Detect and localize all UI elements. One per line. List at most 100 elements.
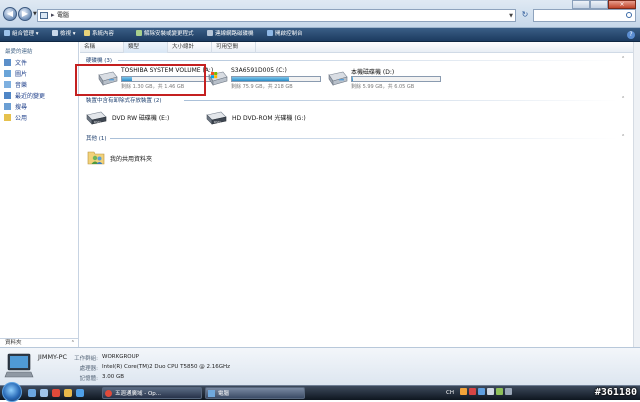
details-pane: JIMMY-PC 工作群組: WORKGROUP 處理器: Intel(R) C… — [0, 347, 640, 385]
toolbar-control-panel-button[interactable]: 開啟控制台 — [267, 28, 303, 42]
sidebar-item-public[interactable]: 公用 — [4, 114, 27, 124]
sidebar-item-documents[interactable]: 文件 — [4, 59, 27, 69]
group-removable-storage[interactable]: 裝置中含有卸除式存放裝置 (2) — [86, 96, 162, 104]
opera-icon[interactable] — [52, 389, 60, 397]
views-icon — [52, 30, 58, 36]
dvd-drive-icon: DVD — [206, 111, 227, 125]
tray-network-icon[interactable] — [477, 388, 485, 395]
svg-text:DVD: DVD — [214, 120, 221, 124]
tray-power-icon[interactable] — [495, 388, 503, 395]
drive-usage-fill — [352, 77, 353, 81]
music-icon — [4, 81, 11, 88]
search-icon[interactable] — [626, 12, 632, 18]
system-properties-icon — [84, 30, 90, 36]
detail-label: 處理器: — [79, 366, 98, 372]
watermark: #361180 — [594, 387, 637, 398]
language-indicator[interactable]: CH — [446, 390, 454, 396]
detail-value: WORKGROUP — [102, 354, 139, 360]
address-bar[interactable]: ▸ 電腦 ▼ — [37, 9, 516, 22]
collapse-group-icon[interactable]: ⌃ — [621, 134, 625, 140]
breadcrumb-computer[interactable]: 電腦 — [57, 10, 69, 22]
navigation-pane: 最愛的連結 文件 圖片 音樂 最近的變更 搜尋 公用 資料夾 ⌃ — [0, 42, 79, 347]
toolbar-map-drive-label: 連線網路磁碟機 — [215, 31, 254, 37]
hard-drive-icon — [328, 71, 348, 86]
column-free-space[interactable]: 可用空間 — [212, 42, 256, 53]
detail-label: 記憶體: — [79, 376, 98, 382]
drive-name: 本機磁碟機 (D:) — [351, 69, 395, 76]
drive-name: S3A6591D005 (C:) — [231, 67, 287, 74]
task-computer[interactable]: 電腦 — [205, 387, 305, 399]
minimize-button[interactable] — [572, 0, 590, 9]
vertical-scrollbar[interactable] — [633, 42, 640, 347]
tray-misc-icon[interactable] — [504, 388, 512, 395]
group-divider — [110, 138, 618, 139]
quick-launch-icon[interactable] — [64, 389, 72, 397]
svg-text:DVD: DVD — [94, 120, 101, 124]
group-divider — [118, 60, 618, 61]
shared-folder-item[interactable]: 我的共用資料夾 — [86, 147, 206, 167]
selection-highlight-box — [75, 64, 206, 96]
toolbar-uninstall-button[interactable]: 解除安裝或變更程式 — [136, 28, 194, 42]
toolbar-control-panel-label: 開啟控制台 — [275, 31, 303, 37]
sidebar-item-recent[interactable]: 最近的變更 — [4, 92, 45, 102]
collapse-group-icon[interactable]: ⌃ — [621, 56, 625, 62]
command-toolbar: 組合管理 ▾ 檢視 ▾ 系統內容 解除安裝或變更程式 連線網路磁碟機 開啟控制台… — [0, 28, 640, 42]
folders-label: 資料夾 — [5, 340, 22, 346]
computer-icon — [4, 353, 34, 378]
column-total-size[interactable]: 大小總計 — [168, 42, 212, 53]
folders-toggle[interactable]: 資料夾 ⌃ — [0, 338, 79, 347]
tray-app-icon[interactable] — [459, 388, 467, 395]
recent-changes-icon — [4, 92, 11, 99]
computer-icon — [208, 390, 215, 397]
refresh-button[interactable]: ↻ — [519, 9, 531, 22]
address-dropdown-icon[interactable]: ▼ — [509, 10, 513, 22]
shared-folder-icon — [87, 151, 105, 165]
detail-value: Intel(R) Core(TM)2 Duo CPU T5850 @ 2.16G… — [102, 364, 231, 370]
close-button[interactable]: × — [608, 0, 636, 9]
help-icon[interactable]: ? — [627, 31, 635, 39]
sidebar-item-label: 文件 — [15, 60, 28, 67]
switch-windows-icon[interactable] — [40, 389, 48, 397]
drive-usage-bar — [231, 76, 321, 82]
task-opera[interactable]: 五週通廣域 - Op... — [102, 387, 202, 399]
sidebar-item-searches[interactable]: 搜尋 — [4, 103, 27, 113]
toolbar-map-drive-button[interactable]: 連線網路磁碟機 — [207, 28, 254, 42]
back-button[interactable]: ◀ — [3, 7, 17, 21]
shared-folder-label: 我的共用資料夾 — [110, 156, 153, 163]
ie-icon[interactable] — [76, 389, 84, 397]
toolbar-system-properties-button[interactable]: 系統內容 — [84, 28, 114, 42]
dvd-drive-icon: DVD — [86, 111, 107, 125]
task-label: 電腦 — [218, 391, 230, 397]
start-button[interactable] — [2, 382, 22, 402]
drive-free-space: 剩餘 5.99 GB，共 6.05 GB — [351, 84, 415, 90]
sidebar-item-label: 音樂 — [15, 82, 28, 89]
column-name[interactable]: 名稱 — [80, 42, 124, 53]
search-input[interactable] — [533, 9, 636, 22]
show-desktop-icon[interactable] — [28, 389, 36, 397]
system-tray: CH — [446, 387, 514, 399]
forward-button[interactable]: ▶ — [18, 7, 32, 21]
tray-security-icon[interactable] — [468, 388, 476, 395]
drive-d[interactable]: 本機磁碟機 (D:) 剩餘 5.99 GB，共 6.05 GB — [326, 67, 506, 93]
column-type[interactable]: 類型 — [124, 42, 168, 53]
group-hard-disks[interactable]: 硬碟機 (3) — [86, 56, 112, 64]
group-other[interactable]: 其他 (1) — [86, 134, 107, 142]
sidebar-item-label: 最近的變更 — [15, 93, 46, 100]
drive-g[interactable]: DVD HD DVD-ROM 光碟機 (G:) — [205, 108, 325, 128]
organize-icon — [4, 30, 10, 36]
drive-e[interactable]: DVD DVD RW 磁碟機 (E:) — [85, 108, 185, 128]
tray-volume-icon[interactable] — [486, 388, 494, 395]
toolbar-organize-button[interactable]: 組合管理 ▾ — [4, 28, 39, 42]
maximize-button[interactable] — [590, 0, 608, 9]
toolbar-views-button[interactable]: 檢視 ▾ — [52, 28, 76, 42]
sidebar-item-pictures[interactable]: 圖片 — [4, 70, 27, 80]
toolbar-uninstall-label: 解除安裝或變更程式 — [144, 31, 194, 37]
uninstall-icon — [136, 30, 142, 36]
sidebar-item-label: 搜尋 — [15, 104, 28, 111]
sidebar-item-music[interactable]: 音樂 — [4, 81, 27, 91]
sidebar-item-label: 公用 — [15, 115, 28, 122]
column-header-row: 名稱 類型 大小總計 可用空間 — [80, 42, 633, 53]
collapse-group-icon[interactable]: ⌃ — [621, 96, 625, 102]
drive-usage-fill — [232, 77, 290, 81]
opera-icon — [105, 390, 112, 397]
